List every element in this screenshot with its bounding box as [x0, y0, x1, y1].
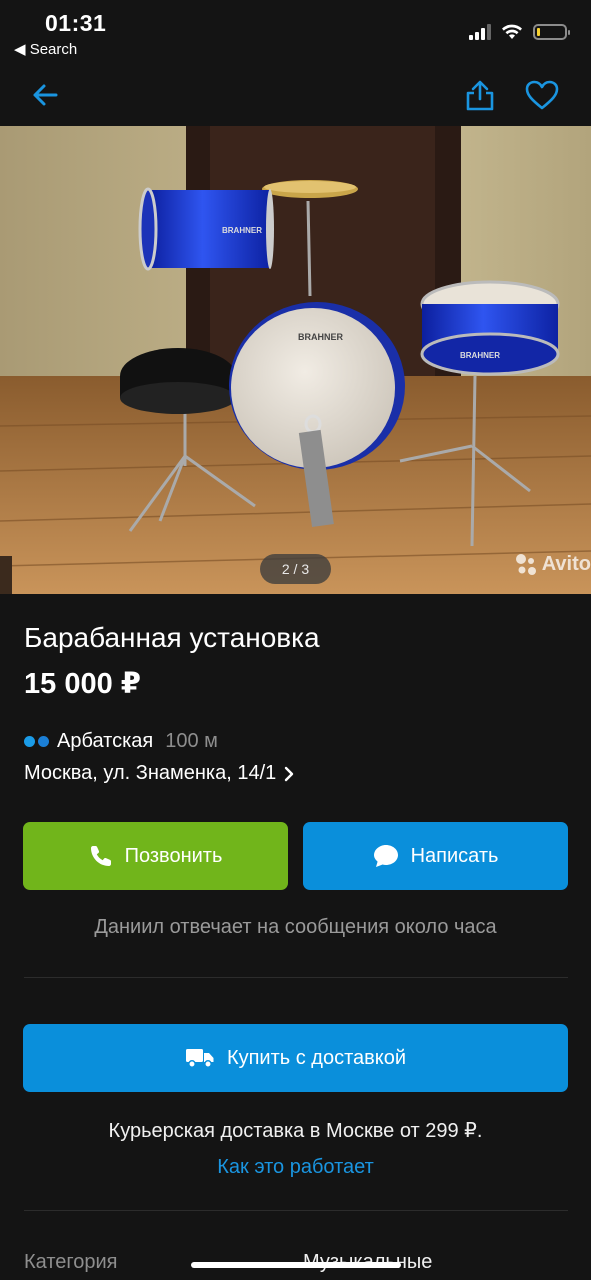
status-time: 01:31	[45, 10, 107, 36]
nav-bar	[0, 64, 591, 126]
chevron-right-icon	[285, 766, 294, 781]
listing-price: 15 000 ₽	[24, 668, 141, 700]
favorite-button[interactable]	[522, 75, 562, 115]
how-it-works-link[interactable]: Как это работает	[0, 1156, 591, 1179]
call-button[interactable]: Позвонить	[23, 822, 288, 890]
photo-gallery[interactable]: BRAHNER BRAHNER BRAHNER 2 / 3 Avito	[0, 126, 591, 594]
metro-station: Арбатская 100 м	[24, 730, 218, 753]
message-button[interactable]: Написать	[303, 822, 568, 890]
share-icon	[466, 80, 494, 111]
avito-logo-icon	[515, 554, 536, 575]
back-to-search-link[interactable]: ◀ Search	[14, 40, 77, 58]
message-button-label: Написать	[410, 844, 499, 867]
delivery-note: Курьерская доставка в Москве от 299 ₽.	[108, 1120, 483, 1142]
status-icons	[469, 24, 570, 40]
photo-counter: 2 / 3	[260, 554, 331, 584]
avito-watermark-text: Avito	[541, 552, 591, 575]
buy-button-label: Купить с доставкой	[226, 1046, 407, 1069]
svg-text:BRAHNER: BRAHNER	[222, 226, 262, 235]
home-indicator[interactable]	[191, 1262, 401, 1268]
address-text: Москва, ул. Знаменка, 14/1	[24, 762, 277, 784]
status-bar: 01:31 ◀ Search	[0, 0, 591, 64]
drum-brand-label: BRAHNER	[298, 332, 344, 342]
listing-title: Барабанная установка	[24, 622, 320, 653]
share-button[interactable]	[460, 75, 500, 115]
cellular-signal-icon	[469, 24, 491, 40]
battery-icon	[533, 24, 570, 40]
metro-distance: 100 м	[165, 730, 218, 752]
chat-bubble-icon	[373, 845, 398, 867]
arrow-left-icon	[33, 84, 58, 106]
divider	[24, 977, 568, 978]
avito-watermark: Avito	[514, 552, 591, 576]
back-button[interactable]	[25, 75, 65, 115]
wifi-icon	[502, 24, 522, 39]
svg-text:BRAHNER: BRAHNER	[460, 351, 500, 360]
category-label: Категория	[24, 1251, 118, 1273]
seller-response-note: Даниил отвечает на сообщения около часа	[94, 916, 497, 938]
call-button-label: Позвонить	[124, 844, 223, 867]
metro-line-icon	[24, 736, 49, 747]
buy-with-delivery-button[interactable]: Купить с доставкой	[23, 1024, 568, 1092]
address-link[interactable]: Москва, ул. Знаменка, 14/1	[24, 762, 294, 785]
delivery-truck-icon	[185, 1049, 214, 1068]
phone-icon	[90, 846, 111, 866]
heart-icon	[525, 80, 559, 110]
drum-kit-photo: BRAHNER BRAHNER BRAHNER	[0, 126, 591, 594]
metro-station-name: Арбатская	[57, 730, 154, 752]
divider	[24, 1210, 568, 1211]
